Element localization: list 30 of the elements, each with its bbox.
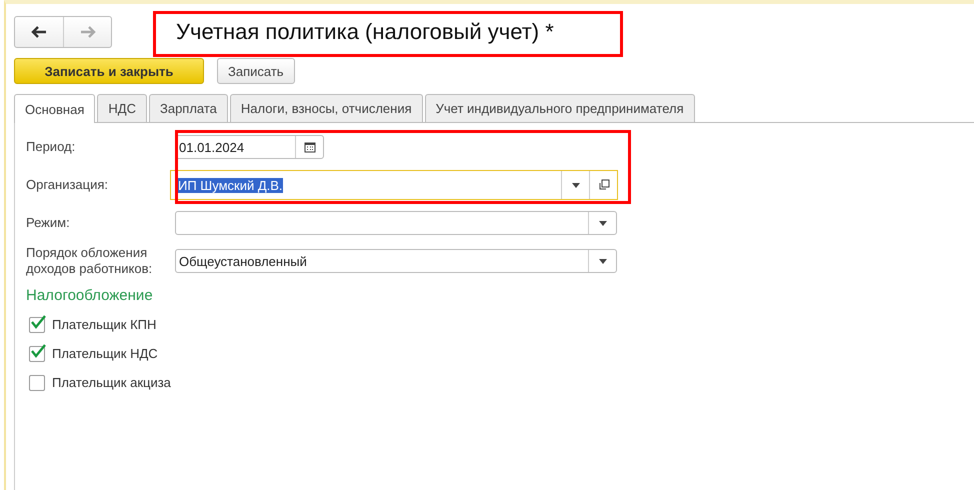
- dropdown-icon: [598, 258, 606, 264]
- save-button[interactable]: Записать: [217, 58, 295, 84]
- field-label: Период:: [26, 139, 76, 155]
- tab[interactable]: Учет индивидуального предпринимателя: [424, 94, 695, 122]
- right-arrow-icon: [78, 24, 96, 40]
- dropdown-field[interactable]: Общеустановленный: [175, 249, 617, 273]
- calendar-icon: [304, 141, 316, 153]
- checkbox-label: Плательщик КПН: [52, 317, 156, 332]
- tab[interactable]: Зарплата: [148, 94, 228, 122]
- checkbox[interactable]: [29, 316, 45, 332]
- tab[interactable]: Основная: [14, 94, 96, 123]
- open-icon: [598, 179, 610, 191]
- dropdown-icon: [572, 182, 580, 188]
- date-field[interactable]: 01.01.2024: [175, 135, 324, 159]
- checkbox-label: Плательщик акциза: [52, 375, 171, 390]
- tab[interactable]: НДС: [97, 94, 147, 122]
- group-title: Налогообложение: [26, 287, 154, 304]
- checkbox-label: Плательщик НДС: [52, 346, 158, 361]
- checkbox[interactable]: [29, 346, 45, 362]
- left-arrow-icon: [30, 24, 48, 40]
- field-label: Режим:: [26, 215, 71, 231]
- dropdown-field[interactable]: ИП Шумский Д.В.: [170, 170, 618, 200]
- save-and-close-button[interactable]: Записать и закрыть: [14, 58, 204, 84]
- dropdown-field[interactable]: [175, 211, 617, 235]
- dropdown-icon: [598, 220, 606, 226]
- field-label: Порядок обложения доходов работников:: [26, 245, 154, 277]
- field-label: Организация:: [26, 177, 110, 193]
- checkbox[interactable]: [29, 374, 45, 390]
- tab[interactable]: Налоги, взносы, отчисления: [230, 94, 423, 122]
- window-title: Учетная политика (налоговый учет) *: [176, 19, 554, 45]
